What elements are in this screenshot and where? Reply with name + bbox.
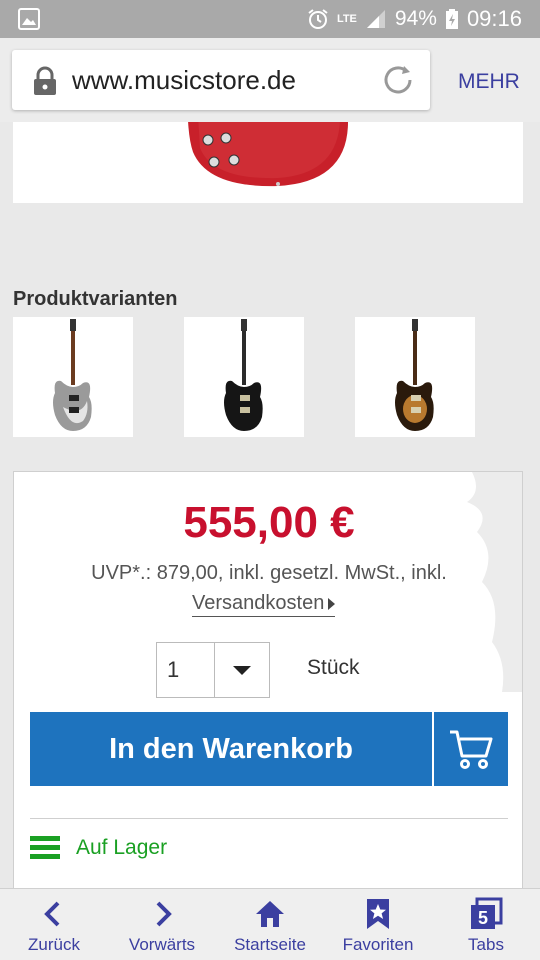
gallery-notification-icon — [18, 8, 40, 30]
clock: 09:16 — [466, 6, 522, 31]
lock-icon — [34, 66, 56, 95]
browser-toolbar: www.musicstore.de MEHR — [0, 38, 540, 122]
quantity-dropdown-button[interactable] — [215, 643, 269, 697]
quantity-select[interactable]: 1 — [156, 642, 270, 698]
more-menu-button[interactable]: MEHR — [458, 70, 520, 94]
tabs-count: 5 — [478, 908, 488, 928]
battery-charging-icon — [445, 9, 458, 29]
shipping-costs-link[interactable]: Versandkosten — [192, 592, 336, 617]
guitar-image — [188, 122, 348, 187]
divider — [30, 818, 508, 819]
stock-status: Auf Lager — [30, 836, 167, 860]
variant-silver[interactable] — [13, 317, 133, 437]
url-text: www.musicstore.de — [72, 65, 296, 95]
battery-percent: 94% — [394, 7, 437, 30]
nav-favorites-label: Favoriten — [342, 935, 414, 954]
stock-level-icon — [30, 836, 60, 860]
page-content: Produktvarianten 555,00 € UVP*.: 879,00,… — [0, 122, 540, 888]
chevron-left-icon — [37, 897, 71, 931]
nav-forward-label: Vorwärts — [128, 935, 196, 954]
nav-back-label: Zurück — [28, 935, 80, 954]
guitar-black-icon — [224, 319, 263, 431]
add-to-cart-button[interactable]: In den Warenkorb — [30, 712, 432, 786]
address-bar[interactable]: www.musicstore.de — [12, 50, 430, 110]
quantity-unit: Stück — [307, 656, 360, 679]
alarm-icon — [308, 9, 328, 29]
guitar-silver-icon — [53, 319, 92, 431]
quantity-value: 1 — [157, 643, 215, 697]
cart-button[interactable] — [434, 712, 508, 786]
arrow-right-icon — [328, 597, 336, 610]
tabs-icon: 5 — [469, 897, 503, 931]
nav-favorites[interactable]: Favoriten — [324, 889, 432, 960]
nav-back[interactable]: Zurück — [0, 889, 108, 960]
status-bar: LTE 94% 09:16 — [0, 0, 540, 38]
nav-tabs-label: Tabs — [468, 935, 504, 954]
stock-label: Auf Lager — [76, 836, 168, 859]
nav-tabs[interactable]: 5 Tabs — [432, 889, 540, 960]
chevron-right-icon — [145, 897, 179, 931]
variant-sunburst[interactable] — [355, 317, 475, 437]
shopping-cart-icon — [450, 730, 493, 769]
nav-home-label: Startseite — [234, 935, 306, 954]
nav-home[interactable]: Startseite — [216, 889, 324, 960]
buy-box: 555,00 € UVP*.: 879,00, inkl. gesetzl. M… — [13, 471, 523, 888]
bookmark-star-icon — [361, 897, 395, 931]
caret-down-icon — [233, 665, 251, 675]
nav-forward[interactable]: Vorwärts — [108, 889, 216, 960]
product-variants-list — [13, 317, 475, 437]
network-type: LTE — [336, 12, 357, 25]
bottom-navigation: Zurück Vorwärts Startseite Favoriten 5 T… — [0, 888, 540, 960]
price: 555,00 € — [183, 498, 355, 547]
guitar-sunburst-icon — [395, 319, 434, 431]
variant-black[interactable] — [184, 317, 304, 437]
product-image — [13, 122, 523, 203]
uvp-text: UVP*.: 879,00, inkl. gesetzl. MwSt., ink… — [91, 562, 447, 584]
product-variants-title: Produktvarianten — [13, 288, 178, 310]
reload-icon[interactable] — [380, 62, 416, 98]
shipping-costs-label: Versandkosten — [192, 592, 325, 614]
signal-icon — [366, 10, 385, 28]
home-icon — [253, 897, 287, 931]
